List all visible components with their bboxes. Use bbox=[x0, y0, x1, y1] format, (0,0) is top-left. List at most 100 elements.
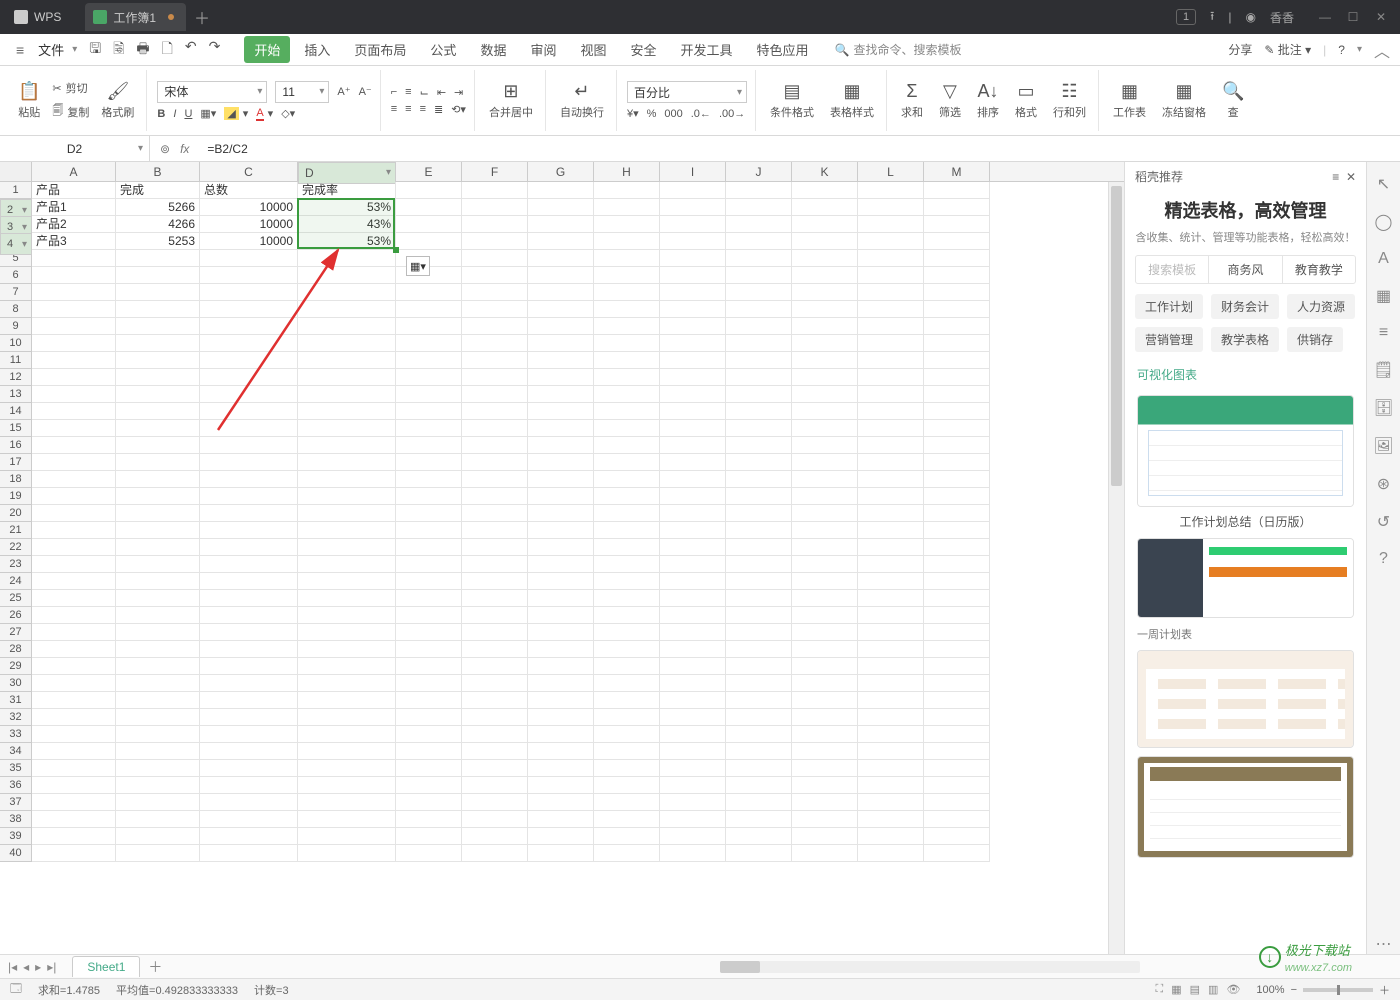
ribbon-tab-6[interactable]: 视图 bbox=[570, 36, 616, 63]
cell[interactable] bbox=[32, 267, 116, 284]
cell[interactable] bbox=[858, 420, 924, 437]
cell[interactable] bbox=[792, 794, 858, 811]
help-icon[interactable]: ? bbox=[1338, 43, 1345, 57]
user-avatar-icon[interactable]: ◉ bbox=[1246, 10, 1256, 24]
cell[interactable] bbox=[792, 471, 858, 488]
cell[interactable] bbox=[726, 675, 792, 692]
inc-decimal-icon[interactable]: .0← bbox=[691, 108, 711, 120]
row-header[interactable]: 29 bbox=[0, 658, 32, 675]
cell[interactable] bbox=[924, 743, 990, 760]
cell[interactable] bbox=[660, 522, 726, 539]
border-icon[interactable]: ▦▾ bbox=[200, 107, 216, 120]
cell[interactable] bbox=[726, 199, 792, 216]
align-right-icon[interactable]: ≡ bbox=[420, 103, 426, 115]
panel-tab[interactable]: 搜索模板 bbox=[1136, 256, 1208, 283]
panel-tag[interactable]: 教学表格 bbox=[1211, 327, 1279, 352]
cell[interactable] bbox=[594, 335, 660, 352]
cell[interactable] bbox=[462, 403, 528, 420]
cell[interactable] bbox=[298, 794, 396, 811]
undo-icon[interactable]: ↶ bbox=[185, 38, 197, 62]
cell[interactable] bbox=[660, 233, 726, 250]
cell[interactable] bbox=[32, 471, 116, 488]
row-header[interactable]: 16 bbox=[0, 437, 32, 454]
list-tool-icon[interactable]: ≡ bbox=[1379, 324, 1388, 342]
column-header[interactable]: I bbox=[660, 162, 726, 181]
share-button[interactable]: 分享 bbox=[1228, 41, 1252, 58]
cell[interactable] bbox=[32, 573, 116, 590]
cell[interactable] bbox=[528, 505, 594, 522]
cell[interactable] bbox=[462, 335, 528, 352]
cell[interactable] bbox=[32, 437, 116, 454]
column-header[interactable]: M bbox=[924, 162, 990, 181]
cell[interactable] bbox=[660, 369, 726, 386]
cell[interactable] bbox=[594, 352, 660, 369]
cell[interactable] bbox=[660, 573, 726, 590]
cell[interactable] bbox=[924, 352, 990, 369]
cell[interactable] bbox=[116, 590, 200, 607]
row-header[interactable]: 35 bbox=[0, 760, 32, 777]
cell[interactable] bbox=[200, 522, 298, 539]
indent-right-icon[interactable]: ⇥ bbox=[454, 86, 463, 99]
cell[interactable] bbox=[858, 284, 924, 301]
cell[interactable] bbox=[858, 437, 924, 454]
cell[interactable] bbox=[594, 709, 660, 726]
sheet-first-icon[interactable]: |◂ bbox=[8, 960, 17, 974]
panel-tab[interactable]: 教育教学 bbox=[1282, 256, 1355, 283]
cell[interactable]: 完成 bbox=[116, 182, 200, 199]
cell[interactable] bbox=[298, 522, 396, 539]
cell[interactable] bbox=[528, 301, 594, 318]
cell[interactable] bbox=[924, 590, 990, 607]
cell[interactable] bbox=[528, 811, 594, 828]
cell[interactable] bbox=[116, 573, 200, 590]
cell[interactable] bbox=[116, 777, 200, 794]
cell[interactable] bbox=[116, 794, 200, 811]
row-header[interactable]: 10 bbox=[0, 335, 32, 352]
cell[interactable] bbox=[116, 811, 200, 828]
cell[interactable] bbox=[924, 335, 990, 352]
cell[interactable] bbox=[462, 522, 528, 539]
cell[interactable] bbox=[298, 369, 396, 386]
cell[interactable] bbox=[462, 845, 528, 862]
cell[interactable] bbox=[924, 828, 990, 845]
cell[interactable] bbox=[528, 199, 594, 216]
cell[interactable] bbox=[396, 454, 462, 471]
cell[interactable] bbox=[298, 658, 396, 675]
cell[interactable] bbox=[396, 760, 462, 777]
cell[interactable] bbox=[858, 454, 924, 471]
cell[interactable] bbox=[726, 692, 792, 709]
cell[interactable] bbox=[594, 471, 660, 488]
cell[interactable] bbox=[858, 505, 924, 522]
cell[interactable] bbox=[298, 352, 396, 369]
row-header[interactable]: 8 bbox=[0, 301, 32, 318]
annotate-button[interactable]: ✎ 批注 ▾ bbox=[1264, 41, 1311, 58]
cell[interactable] bbox=[528, 760, 594, 777]
zoom-level[interactable]: 100% bbox=[1256, 984, 1284, 996]
panel-tag[interactable]: 财务会计 bbox=[1211, 294, 1279, 319]
cell[interactable] bbox=[594, 675, 660, 692]
paste-button[interactable]: 📋粘贴 bbox=[14, 79, 44, 122]
cell[interactable] bbox=[462, 454, 528, 471]
row-header[interactable]: 32 bbox=[0, 709, 32, 726]
scrollbar-thumb[interactable] bbox=[1111, 186, 1122, 486]
cell[interactable] bbox=[792, 675, 858, 692]
format-button[interactable]: ▭格式 bbox=[1011, 79, 1041, 122]
cell[interactable] bbox=[528, 182, 594, 199]
panel-tag[interactable]: 营销管理 bbox=[1135, 327, 1203, 352]
column-header[interactable]: E bbox=[396, 162, 462, 181]
minimize-button[interactable]: — bbox=[1318, 10, 1332, 24]
distribute-icon[interactable]: ≣ bbox=[434, 103, 443, 116]
cell[interactable] bbox=[924, 573, 990, 590]
cell[interactable] bbox=[200, 624, 298, 641]
cell[interactable] bbox=[858, 369, 924, 386]
cell[interactable] bbox=[298, 590, 396, 607]
cell[interactable] bbox=[924, 675, 990, 692]
cell[interactable] bbox=[858, 573, 924, 590]
cell[interactable] bbox=[200, 267, 298, 284]
cell[interactable] bbox=[660, 420, 726, 437]
cell[interactable]: 4266 bbox=[116, 216, 200, 233]
cell[interactable] bbox=[924, 607, 990, 624]
cell[interactable] bbox=[858, 386, 924, 403]
row-header[interactable]: 40 bbox=[0, 845, 32, 862]
cell[interactable] bbox=[462, 267, 528, 284]
cell[interactable] bbox=[792, 590, 858, 607]
